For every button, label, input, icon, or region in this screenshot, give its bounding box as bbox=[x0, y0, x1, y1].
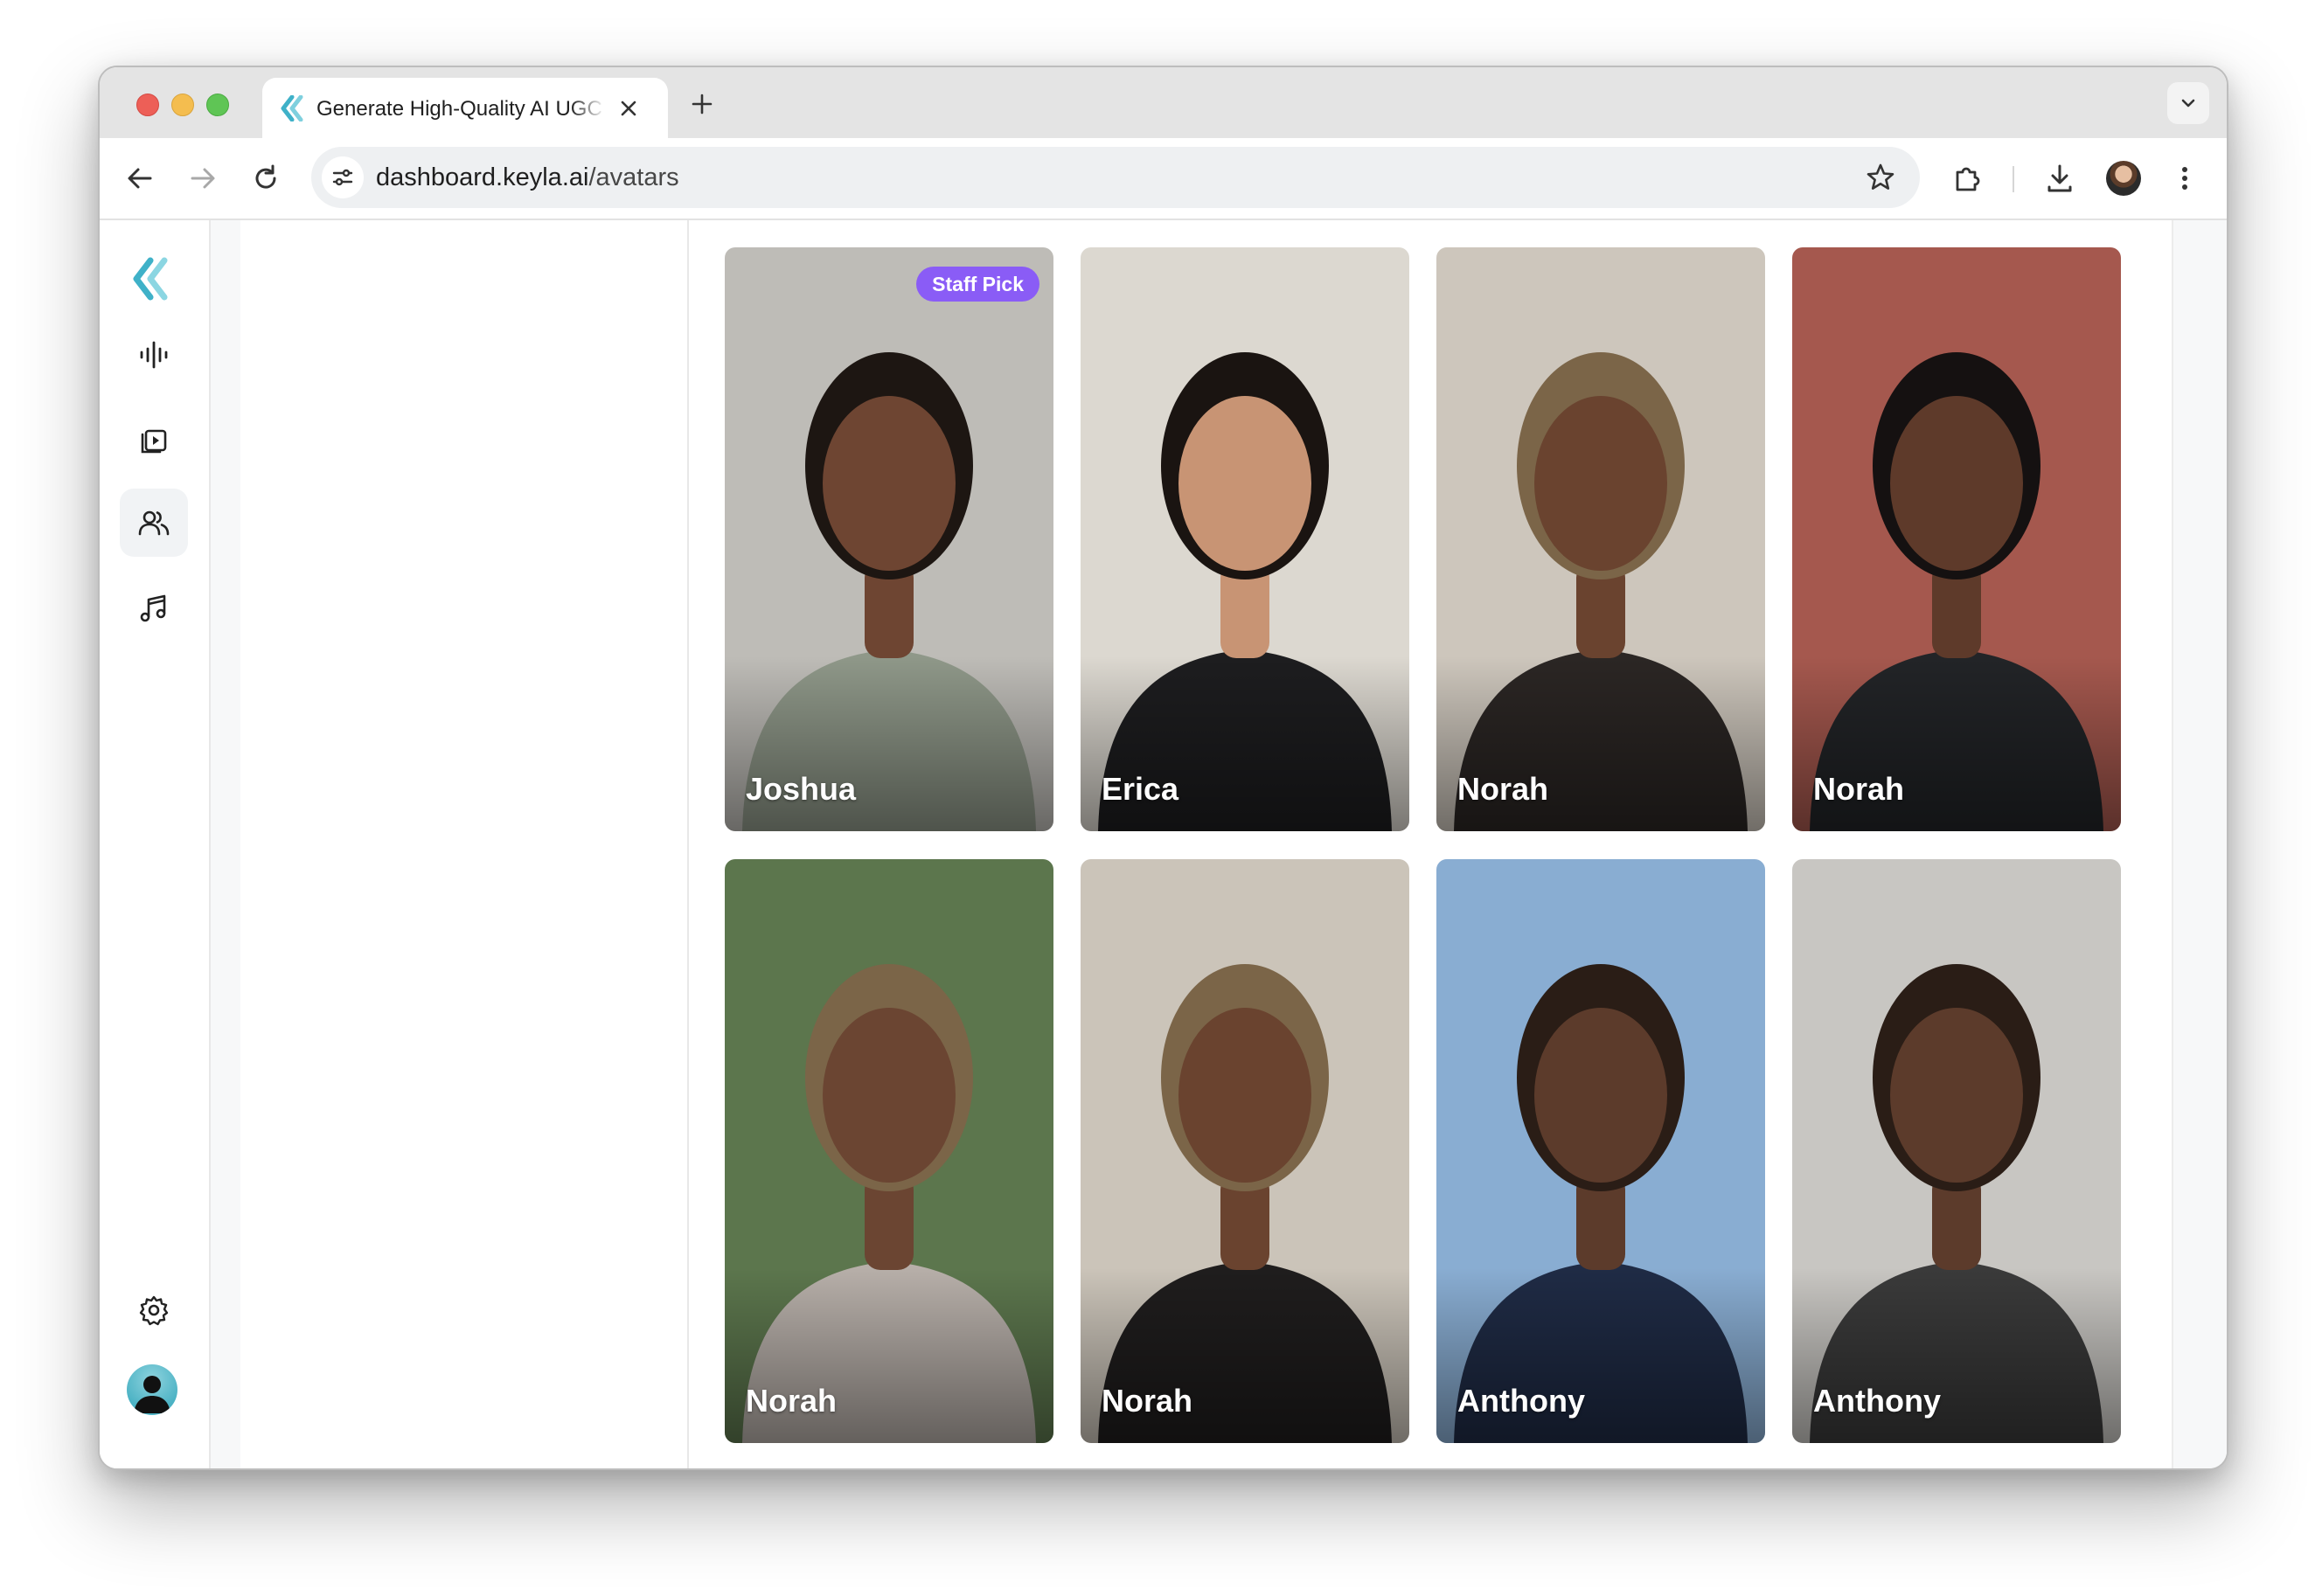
site-info-icon[interactable] bbox=[322, 156, 364, 198]
app-content: Staff Pick Joshua Erica Norah Norah Norah Nora… bbox=[100, 220, 2227, 1468]
filter-panel bbox=[240, 220, 689, 1468]
avatar-card[interactable]: Norah bbox=[1081, 859, 1409, 1443]
avatar-name: Norah bbox=[1102, 1383, 1193, 1419]
url-text: dashboard.keyla.ai/avatars bbox=[376, 162, 679, 193]
avatar-card[interactable]: Staff Pick Joshua bbox=[725, 247, 1053, 831]
users-icon bbox=[138, 510, 170, 536]
browser-window: Generate High-Quality AI UGC dashboard.k… bbox=[98, 66, 2228, 1470]
avatar-card[interactable]: Anthony bbox=[1436, 859, 1765, 1443]
sidebar-item-videos[interactable] bbox=[120, 406, 188, 474]
avatar-name: Norah bbox=[746, 1383, 838, 1419]
toolbar-divider bbox=[2013, 166, 2014, 192]
avatar-name: Joshua bbox=[746, 771, 857, 807]
sidebar bbox=[100, 220, 211, 1468]
user-avatar[interactable] bbox=[127, 1364, 177, 1415]
browser-profile-avatar[interactable] bbox=[2106, 161, 2141, 196]
avatar-portrait bbox=[1436, 859, 1765, 1443]
keyla-favicon-icon bbox=[280, 94, 304, 122]
url-path: /avatars bbox=[588, 163, 679, 191]
download-icon[interactable] bbox=[2042, 161, 2077, 196]
avatar-name: Norah bbox=[1457, 771, 1549, 807]
browser-toolbar: dashboard.keyla.ai/avatars bbox=[100, 138, 2227, 220]
sidebar-item-avatars[interactable] bbox=[120, 489, 188, 557]
tab-title: Generate High-Quality AI UGC bbox=[316, 97, 602, 121]
minimize-window-button[interactable] bbox=[171, 94, 194, 116]
reload-icon[interactable] bbox=[248, 161, 283, 196]
avatar-portrait bbox=[1436, 247, 1765, 831]
avatar-grid: Staff Pick Joshua Erica Norah Norah Norah Nora… bbox=[689, 220, 2172, 1468]
star-icon[interactable] bbox=[1864, 161, 1897, 194]
close-icon[interactable] bbox=[617, 97, 640, 120]
sidebar-item-music[interactable] bbox=[120, 574, 188, 642]
tab-search-button[interactable] bbox=[2167, 82, 2209, 124]
url-domain: dashboard.keyla.ai bbox=[376, 163, 589, 191]
avatar-portrait bbox=[1792, 247, 2121, 831]
forward-arrow-icon[interactable] bbox=[185, 161, 220, 196]
avatar-portrait bbox=[1081, 859, 1409, 1443]
panel-gap bbox=[211, 220, 240, 1468]
avatar-card[interactable]: Norah bbox=[1792, 247, 2121, 831]
avatar-portrait bbox=[725, 859, 1053, 1443]
staff-pick-badge: Staff Pick bbox=[916, 267, 1039, 302]
waveform-icon bbox=[140, 341, 168, 369]
avatar-name: Norah bbox=[1813, 771, 1905, 807]
right-gutter bbox=[2172, 220, 2227, 1468]
kebab-menu-icon[interactable] bbox=[2167, 161, 2202, 196]
zoom-window-button[interactable] bbox=[206, 94, 229, 116]
avatar-name: Anthony bbox=[1457, 1383, 1585, 1419]
tab-strip: Generate High-Quality AI UGC bbox=[100, 67, 2227, 138]
address-bar[interactable]: dashboard.keyla.ai/avatars bbox=[311, 147, 1920, 208]
video-library-icon bbox=[141, 429, 167, 454]
avatar-card[interactable]: Norah bbox=[1436, 247, 1765, 831]
avatar-portrait bbox=[1081, 247, 1409, 831]
avatar-card[interactable]: Erica bbox=[1081, 247, 1409, 831]
sidebar-item-voices[interactable] bbox=[120, 321, 188, 389]
chevron-down-icon bbox=[2181, 99, 2195, 108]
avatar-card[interactable]: Anthony bbox=[1792, 859, 2121, 1443]
avatar-name: Anthony bbox=[1813, 1383, 1941, 1419]
avatar-portrait bbox=[725, 247, 1053, 831]
browser-tab[interactable]: Generate High-Quality AI UGC bbox=[262, 78, 668, 138]
settings-button[interactable] bbox=[120, 1276, 188, 1344]
extensions-icon[interactable] bbox=[1950, 161, 1985, 196]
gear-icon bbox=[139, 1295, 169, 1326]
music-note-icon bbox=[140, 594, 166, 622]
avatar-portrait bbox=[1792, 859, 2121, 1443]
plus-icon[interactable] bbox=[689, 91, 715, 117]
close-window-button[interactable] bbox=[136, 94, 159, 116]
avatar-card[interactable]: Norah bbox=[725, 859, 1053, 1443]
keyla-logo[interactable] bbox=[129, 257, 170, 301]
back-arrow-icon[interactable] bbox=[122, 161, 157, 196]
avatar-name: Erica bbox=[1102, 771, 1179, 807]
